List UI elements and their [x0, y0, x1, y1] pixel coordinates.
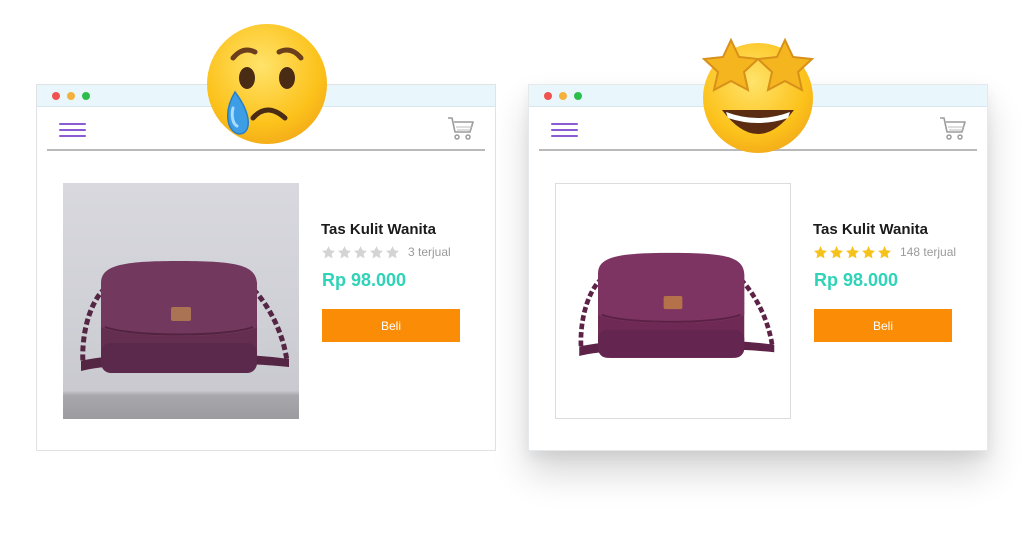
buy-button[interactable]: Beli: [322, 309, 460, 342]
star-icon: [385, 245, 400, 260]
hamburger-menu-icon[interactable]: [551, 123, 578, 137]
star-icon: [321, 245, 336, 260]
product-image[interactable]: [63, 183, 299, 419]
product-price: Rp 98.000: [322, 270, 407, 290]
product-image[interactable]: [555, 183, 791, 419]
shopping-cart-icon[interactable]: [447, 115, 475, 141]
close-window-dot[interactable]: [544, 92, 552, 100]
star-icon: [369, 245, 384, 260]
star-icon: [829, 245, 844, 260]
product-rating: 3 terjual: [321, 244, 451, 260]
hamburger-menu-icon[interactable]: [59, 123, 86, 137]
nav-divider: [47, 149, 485, 151]
star-icon: [353, 245, 368, 260]
product-title[interactable]: Tas Kulit Wanita: [813, 221, 928, 238]
product-rating: 148 terjual: [813, 244, 956, 260]
rating-stars: [321, 245, 400, 260]
star-icon: [861, 245, 876, 260]
sold-count: 3 terjual: [408, 245, 451, 259]
star-icon: [813, 245, 828, 260]
star-icon: [845, 245, 860, 260]
shopping-cart-icon[interactable]: [939, 115, 967, 141]
product-title[interactable]: Tas Kulit Wanita: [321, 221, 436, 238]
rating-stars: [813, 245, 892, 260]
close-window-dot[interactable]: [52, 92, 60, 100]
crying-face-emoji-icon: [207, 24, 327, 144]
product-price: Rp 98.000: [814, 270, 899, 290]
minimize-window-dot[interactable]: [559, 92, 567, 100]
minimize-window-dot[interactable]: [67, 92, 75, 100]
star-struck-emoji-icon: [701, 37, 815, 153]
star-icon: [877, 245, 892, 260]
star-icon: [337, 245, 352, 260]
maximize-window-dot[interactable]: [574, 92, 582, 100]
buy-button[interactable]: Beli: [814, 309, 952, 342]
sold-count: 148 terjual: [900, 245, 957, 259]
handbag-photo: [556, 184, 790, 418]
maximize-window-dot[interactable]: [82, 92, 90, 100]
handbag-photo: [63, 183, 299, 419]
